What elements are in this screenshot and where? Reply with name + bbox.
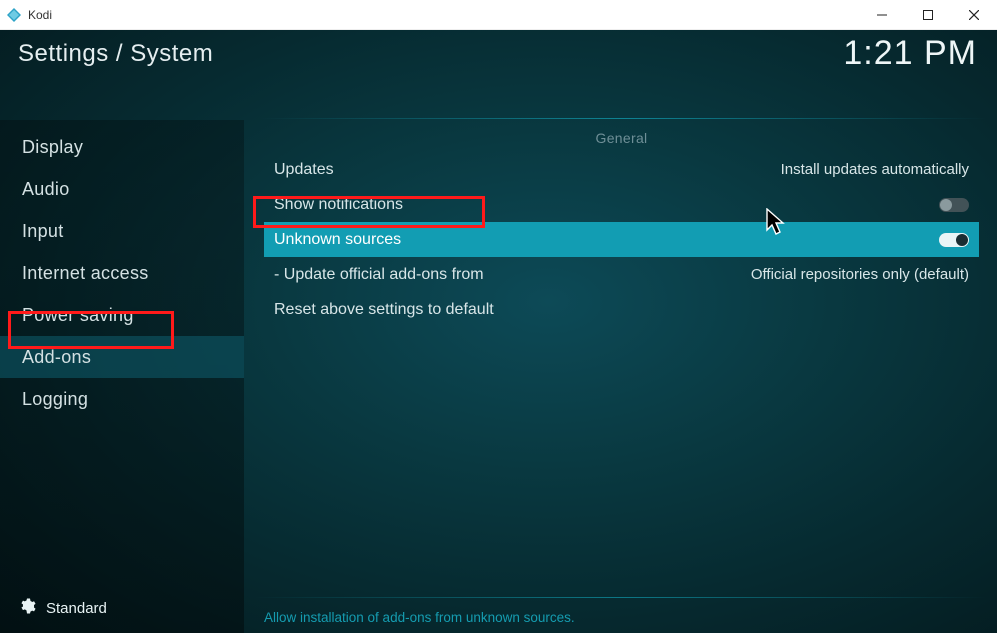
- row-updates-value: Install updates automatically: [781, 161, 969, 178]
- sidebar-item-input[interactable]: Input: [0, 210, 244, 252]
- row-reset-settings-label: Reset above settings to default: [274, 301, 494, 319]
- row-unknown-sources[interactable]: Unknown sources: [264, 222, 979, 257]
- row-updates-label: Updates: [274, 161, 334, 179]
- clock: 1:21 PM: [843, 34, 977, 73]
- row-show-notifications-label: Show notifications: [274, 196, 403, 214]
- close-button[interactable]: [951, 0, 997, 30]
- sidebar: Display Audio Input Internet access Powe…: [0, 120, 244, 633]
- window-titlebar: Kodi: [0, 0, 997, 30]
- row-updates[interactable]: Updates Install updates automatically: [264, 152, 979, 187]
- breadcrumb: Settings / System: [18, 40, 977, 68]
- maximize-button[interactable]: [905, 0, 951, 30]
- minimize-button[interactable]: [859, 0, 905, 30]
- settings-level-label: Standard: [46, 600, 107, 617]
- row-reset-settings[interactable]: Reset above settings to default: [264, 292, 979, 327]
- window-controls: [859, 0, 997, 30]
- window-title: Kodi: [28, 8, 52, 22]
- settings-level[interactable]: Standard: [0, 588, 244, 628]
- section-header: General: [264, 130, 979, 146]
- header: Settings / System 1:21 PM: [0, 30, 997, 90]
- row-update-official-addons-label: - Update official add-ons from: [274, 266, 484, 284]
- kodi-app: Settings / System 1:21 PM Display Audio …: [0, 30, 997, 633]
- toggle-unknown-sources[interactable]: [939, 233, 969, 247]
- help-text: Allow installation of add-ons from unkno…: [264, 610, 977, 625]
- sidebar-item-audio[interactable]: Audio: [0, 168, 244, 210]
- row-show-notifications[interactable]: Show notifications: [264, 187, 979, 222]
- row-update-official-addons[interactable]: - Update official add-ons from Official …: [264, 257, 979, 292]
- gear-icon: [18, 597, 36, 619]
- sidebar-item-logging[interactable]: Logging: [0, 378, 244, 420]
- row-unknown-sources-label: Unknown sources: [274, 231, 401, 249]
- kodi-app-icon: [6, 7, 22, 23]
- footer-separator: [254, 597, 987, 598]
- sidebar-item-add-ons[interactable]: Add-ons: [0, 336, 244, 378]
- sidebar-item-internet-access[interactable]: Internet access: [0, 252, 244, 294]
- row-update-official-addons-value: Official repositories only (default): [751, 266, 969, 283]
- sidebar-item-power-saving[interactable]: Power saving: [0, 294, 244, 336]
- header-separator: [260, 118, 987, 119]
- sidebar-item-display[interactable]: Display: [0, 126, 244, 168]
- main-panel: General Updates Install updates automati…: [244, 120, 997, 633]
- toggle-show-notifications[interactable]: [939, 198, 969, 212]
